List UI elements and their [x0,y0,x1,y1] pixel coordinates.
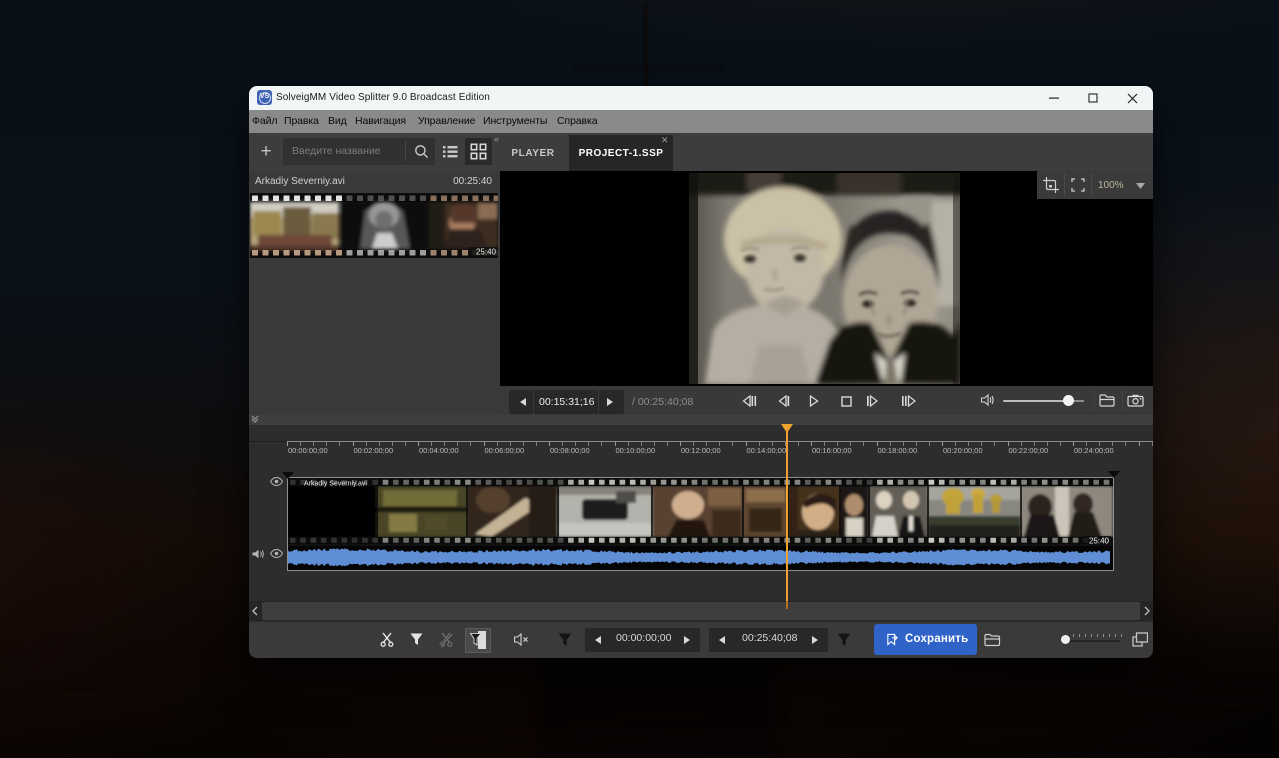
svg-text:Arkadiy Severniy.avi: Arkadiy Severniy.avi [304,481,367,488]
svg-text:25:40: 25:40 [476,248,497,257]
svg-text:25:40: 25:40 [1089,537,1110,545]
